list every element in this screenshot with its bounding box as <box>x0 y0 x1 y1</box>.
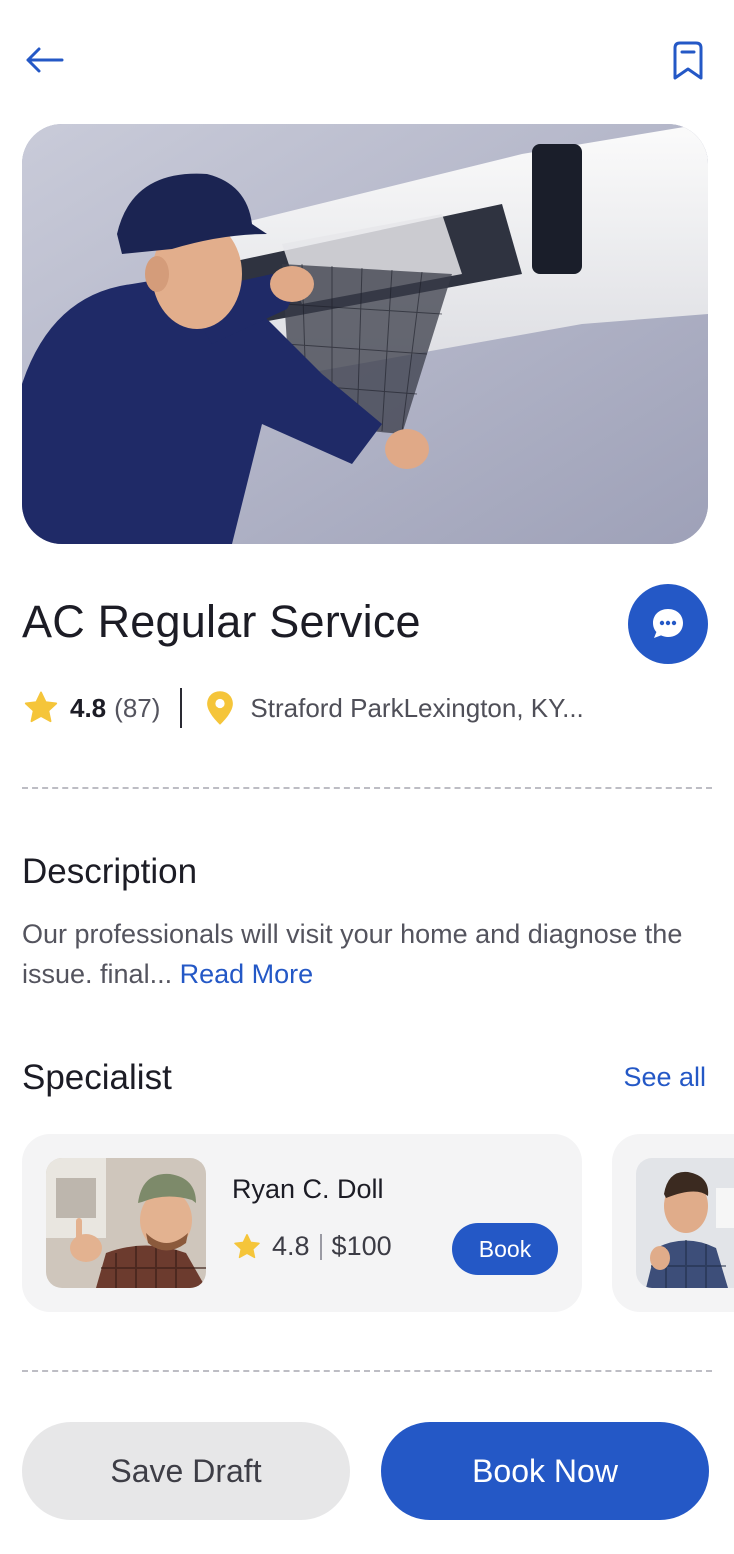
arrow-left-icon <box>26 47 64 73</box>
bookmark-button[interactable] <box>670 40 706 82</box>
specialist-card[interactable] <box>612 1134 734 1312</box>
bookmark-icon <box>673 41 703 80</box>
review-count: (87) <box>114 692 161 723</box>
book-now-button[interactable]: Book Now <box>381 1422 709 1520</box>
star-icon <box>234 1233 260 1258</box>
back-button[interactable] <box>24 42 68 78</box>
section-divider <box>22 1370 712 1372</box>
service-meta: 4.8 (87) Straford ParkLexington, KY... <box>22 688 712 728</box>
specialist-rating: 4.8 <box>272 1231 310 1261</box>
specialist-heading: Specialist <box>22 1058 172 1097</box>
see-all-link[interactable]: See all <box>623 1062 706 1093</box>
read-more-link[interactable]: Read More <box>180 959 314 989</box>
description-text: Our professionals will visit your home a… <box>22 914 712 994</box>
description-body: Our professionals will visit your home a… <box>22 919 683 989</box>
specialist-price: $100 <box>331 1231 392 1261</box>
specialist-name: Ryan C. Doll <box>232 1174 384 1204</box>
service-hero-image <box>22 124 708 544</box>
rating-value: 4.8 <box>70 692 107 723</box>
section-divider <box>22 787 712 789</box>
book-specialist-button[interactable]: Book <box>452 1223 558 1275</box>
location-text: Straford ParkLexington, KY... <box>250 692 584 723</box>
chat-button[interactable] <box>628 584 708 664</box>
specialist-card[interactable]: Ryan C. Doll 4.8 $100 Book <box>22 1134 582 1312</box>
specialist-meta: 4.8 $100 <box>232 1231 392 1262</box>
meta-divider <box>180 688 183 728</box>
chat-bubble-icon <box>653 609 683 638</box>
service-title: AC Regular Service <box>22 596 421 647</box>
meta-divider <box>319 1233 322 1260</box>
specialist-avatar <box>636 1158 734 1288</box>
specialist-avatar <box>46 1158 206 1288</box>
location-pin-icon <box>207 691 234 725</box>
save-draft-button[interactable]: Save Draft <box>22 1422 350 1520</box>
description-heading: Description <box>22 852 198 891</box>
star-icon <box>24 691 58 723</box>
service-detail-screen: AC Regular Service 4.8 (87) Straford Par… <box>0 0 734 1554</box>
